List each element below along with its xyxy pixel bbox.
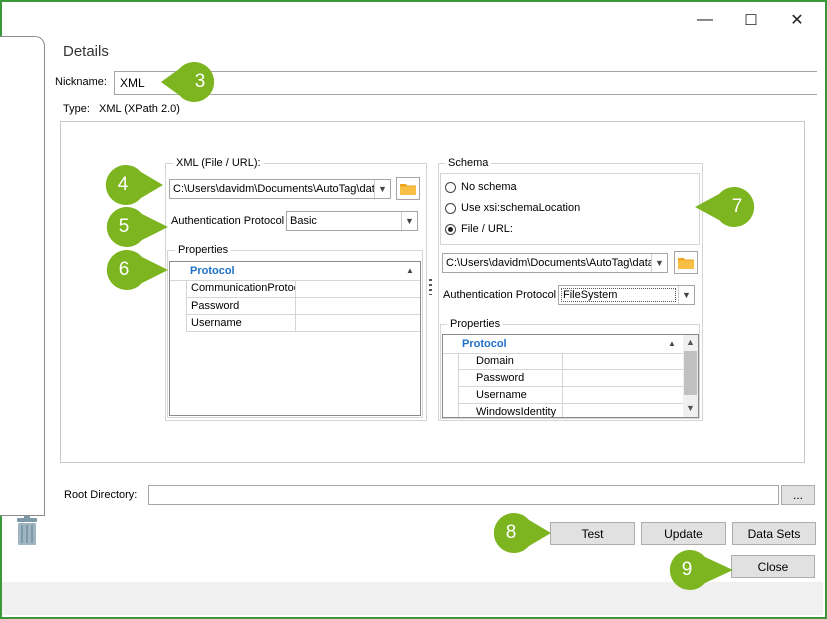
chevron-down-icon[interactable]: ▼ xyxy=(374,180,390,198)
radio-schema-location[interactable]: Use xsi:schemaLocation xyxy=(445,202,580,214)
xml-auth-label: Authentication Protocol xyxy=(171,215,285,227)
folder-icon xyxy=(678,258,694,269)
details-title: Details xyxy=(63,43,109,60)
xml-group-title: XML (File / URL): xyxy=(173,157,264,169)
root-directory-browse-button[interactable]: ... xyxy=(781,485,815,505)
property-row[interactable]: Domain xyxy=(459,353,683,370)
test-button[interactable]: Test xyxy=(550,522,635,545)
chevron-down-icon[interactable]: ▼ xyxy=(401,212,417,230)
callout-3: 3 xyxy=(161,61,217,103)
xml-auth-combo[interactable]: Basic ▼ xyxy=(286,211,418,231)
schema-category-label: Protocol xyxy=(462,338,507,350)
xml-category-row[interactable]: Protocol ▲ xyxy=(170,262,420,281)
data-sets-button[interactable]: Data Sets xyxy=(732,522,816,545)
callout-4: 4 xyxy=(101,164,163,206)
type-label: Type: xyxy=(63,103,90,115)
callout-9: 9 xyxy=(665,549,733,591)
xml-property-grid[interactable]: Protocol ▲ CommunicationProtocol Passwor… xyxy=(169,261,421,416)
type-value: XML (XPath 2.0) xyxy=(99,103,180,115)
folder-icon xyxy=(400,184,416,195)
schema-path-combo[interactable]: C:\Users\davidm\Documents\AutoTag\data ▼ xyxy=(442,253,668,273)
splitter-handle[interactable] xyxy=(429,279,432,295)
close-window-button[interactable]: ✕ xyxy=(777,6,817,34)
xml-path-combo[interactable]: C:\Users\davidm\Documents\AutoTag\data ▼ xyxy=(169,179,391,199)
scroll-up-icon[interactable]: ▲ xyxy=(686,337,695,347)
nickname-input[interactable]: XML xyxy=(114,71,817,95)
close-icon: ✕ xyxy=(790,12,804,29)
callout-8: 8 xyxy=(489,512,551,554)
property-row[interactable]: CommunicationProtocol xyxy=(187,280,420,298)
schema-auth-label: Authentication Protocol xyxy=(443,289,557,301)
scrollbar-thumb[interactable] xyxy=(684,351,697,395)
trash-icon[interactable] xyxy=(15,516,39,546)
callout-6: 6 xyxy=(102,249,168,291)
property-row[interactable]: Username xyxy=(187,315,420,332)
collapse-icon[interactable]: ▲ xyxy=(406,266,414,275)
schema-auth-combo[interactable]: FileSystem ▼ xyxy=(558,285,695,305)
close-button[interactable]: Close xyxy=(731,555,815,578)
schema-category-row[interactable]: Protocol ▲ xyxy=(443,335,683,354)
maximize-icon: ☐ xyxy=(744,12,758,29)
schema-properties-title: Properties xyxy=(447,318,504,330)
minimize-button[interactable]: — xyxy=(685,6,725,34)
schema-browse-button[interactable] xyxy=(674,251,698,274)
xml-properties-title: Properties xyxy=(175,244,232,256)
radio-file-url[interactable]: File / URL: xyxy=(445,223,513,235)
chevron-down-icon[interactable]: ▼ xyxy=(678,286,694,304)
property-row[interactable]: Username xyxy=(459,387,683,404)
schema-grid-scrollbar[interactable]: ▲ ▼ xyxy=(683,335,698,417)
data-source-list-panel[interactable] xyxy=(0,36,45,516)
nickname-label: Nickname: xyxy=(55,76,107,88)
property-row[interactable]: WindowsIdentity xyxy=(459,404,683,417)
callout-7: 7 xyxy=(695,186,759,228)
callout-5: 5 xyxy=(102,206,168,248)
scroll-down-icon[interactable]: ▼ xyxy=(686,403,695,413)
collapse-icon[interactable]: ▲ xyxy=(668,339,676,348)
root-directory-input[interactable] xyxy=(148,485,779,505)
property-row[interactable]: Password xyxy=(459,370,683,387)
radio-no-schema[interactable]: No schema xyxy=(445,181,517,193)
xml-category-label: Protocol xyxy=(190,265,235,277)
schema-property-grid[interactable]: Protocol ▲ Domain Password Username Wind… xyxy=(442,334,699,418)
maximize-button[interactable]: ☐ xyxy=(731,6,771,34)
chevron-down-icon[interactable]: ▼ xyxy=(651,254,667,272)
property-row[interactable]: Password xyxy=(187,298,420,315)
schema-group-title: Schema xyxy=(445,157,492,169)
minimize-icon: — xyxy=(697,11,713,28)
update-button[interactable]: Update xyxy=(641,522,726,545)
root-directory-label: Root Directory: xyxy=(64,489,138,501)
xml-browse-button[interactable] xyxy=(396,177,420,200)
